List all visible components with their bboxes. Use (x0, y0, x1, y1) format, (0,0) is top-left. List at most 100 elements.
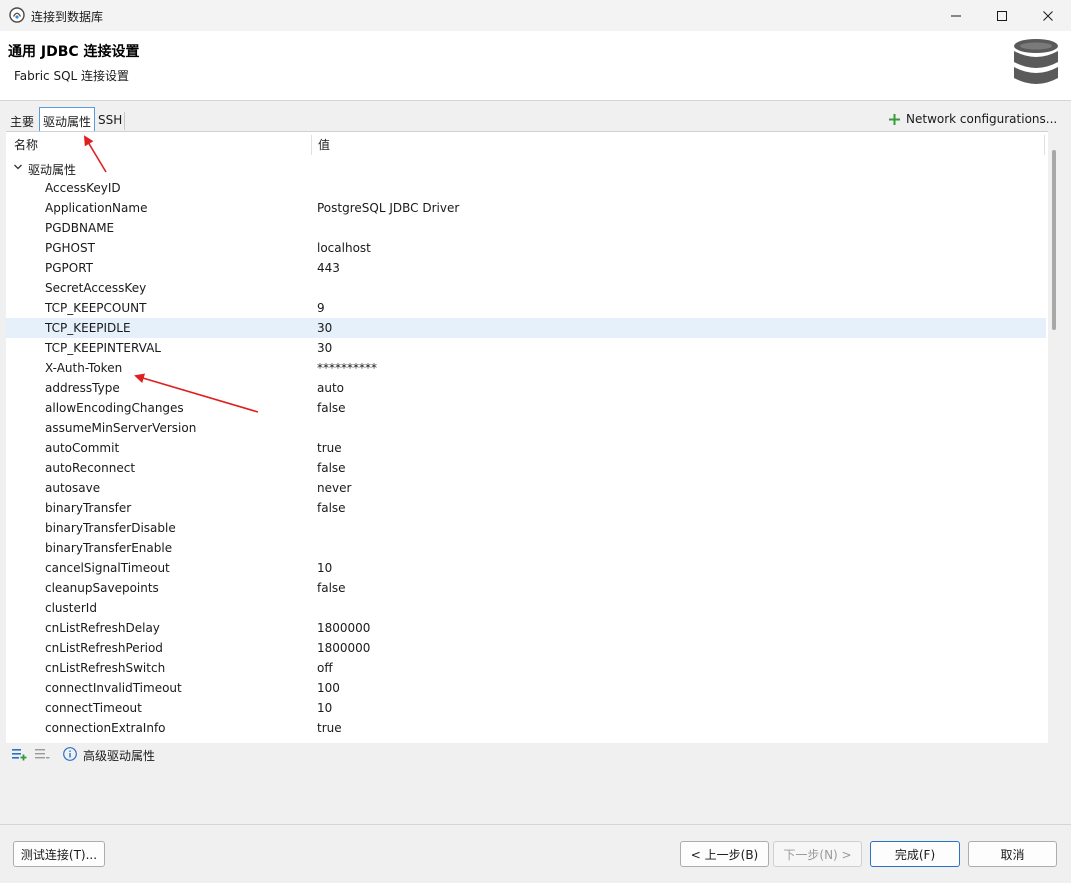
table-row[interactable]: clusterId (6, 598, 1046, 618)
table-row[interactable]: TCP_KEEPINTERVAL 30 (6, 338, 1046, 358)
scrollbar-thumb[interactable] (1052, 150, 1056, 330)
tab-driver-properties[interactable]: 驱动属性 (39, 107, 96, 132)
property-value[interactable]: PostgreSQL JDBC Driver (317, 201, 459, 215)
remove-property-icon[interactable] (34, 746, 50, 762)
tab-ssh[interactable]: SSH (94, 110, 126, 132)
property-value[interactable]: 443 (317, 261, 340, 275)
table-row[interactable]: connectTimeout 10 (6, 698, 1046, 718)
property-value[interactable]: false (317, 461, 346, 475)
plus-icon (889, 113, 900, 125)
table-row[interactable]: binaryTransferEnable (6, 538, 1046, 558)
finish-button[interactable]: 完成(F) (870, 841, 960, 867)
property-name: assumeMinServerVersion (45, 421, 197, 435)
property-value[interactable]: false (317, 401, 346, 415)
property-name: X-Auth-Token (45, 361, 123, 375)
table-row[interactable]: PGDBNAME (6, 218, 1046, 238)
property-name: addressType (45, 381, 120, 395)
table-row[interactable]: autoReconnect false (6, 458, 1046, 478)
property-value[interactable]: auto (317, 381, 344, 395)
table-row[interactable]: TCP_KEEPCOUNT 9 (6, 298, 1046, 318)
property-name: autosave (45, 481, 101, 495)
page-subtitle: Fabric SQL 连接设置 (14, 69, 130, 83)
property-value[interactable]: 30 (317, 341, 332, 355)
property-name: cnListRefreshSwitch (45, 661, 166, 675)
property-value[interactable]: 10 (317, 561, 332, 575)
dbeaver-app-icon (9, 7, 25, 23)
property-name: PGPORT (45, 261, 94, 275)
property-name: cnListRefreshPeriod (45, 641, 163, 655)
table-row[interactable]: cancelSignalTimeout 10 (6, 558, 1046, 578)
tab-divider (124, 112, 125, 130)
table-row[interactable]: SecretAccessKey (6, 278, 1046, 298)
property-name: autoReconnect (45, 461, 136, 475)
table-row[interactable]: connectInvalidTimeout 100 (6, 678, 1046, 698)
cancel-button[interactable]: 取消 (968, 841, 1057, 867)
property-value[interactable]: localhost (317, 241, 371, 255)
table-row[interactable]: X-Auth-Token ********** (6, 358, 1046, 378)
database-icon (1014, 39, 1058, 84)
property-rows: AccessKeyID ApplicationName PostgreSQL JDB… (6, 178, 1046, 738)
property-value[interactable]: true (317, 441, 342, 455)
property-value[interactable]: 9 (317, 301, 325, 315)
previous-button[interactable]: < 上一步(B) (680, 841, 769, 867)
table-row[interactable]: ApplicationName PostgreSQL JDBC Driver (6, 198, 1046, 218)
table-row[interactable]: binaryTransfer false (6, 498, 1046, 518)
table-row[interactable]: TCP_KEEPIDLE 30 (6, 318, 1046, 338)
tab-main[interactable]: 主要 (6, 110, 38, 132)
advanced-driver-properties-link[interactable]: 高级驱动属性 (83, 747, 155, 764)
property-value[interactable]: 100 (317, 681, 340, 695)
column-divider (1044, 135, 1045, 155)
property-name: clusterId (45, 601, 97, 615)
property-value[interactable]: ********** (317, 361, 377, 375)
test-connection-button[interactable]: 测试连接(T)... (13, 841, 105, 867)
table-row[interactable]: cnListRefreshSwitch off (6, 658, 1046, 678)
table-row[interactable]: cleanupSavepoints false (6, 578, 1046, 598)
property-value[interactable]: false (317, 581, 346, 595)
column-header-name[interactable]: 名称 (14, 132, 38, 158)
table-row[interactable]: AccessKeyID (6, 178, 1046, 198)
window-title: 连接到数据库 (31, 10, 104, 24)
property-value[interactable]: 1800000 (317, 641, 370, 655)
column-divider[interactable] (311, 135, 312, 155)
property-name: autoCommit (45, 441, 120, 455)
table-row[interactable]: allowEncodingChanges false (6, 398, 1046, 418)
table-row[interactable]: PGHOST localhost (6, 238, 1046, 258)
column-header-value[interactable]: 值 (318, 132, 330, 158)
property-value[interactable]: never (317, 481, 351, 495)
property-name: AccessKeyID (45, 181, 121, 195)
table-row[interactable]: connectionExtraInfo true (6, 718, 1046, 738)
property-group-label: 驱动属性 (28, 163, 77, 177)
table-row[interactable]: binaryTransferDisable (6, 518, 1046, 538)
property-value[interactable]: false (317, 501, 346, 515)
property-name: ApplicationName (45, 201, 148, 215)
properties-toolbar: 高级驱动属性 (0, 743, 1071, 765)
footer-divider (0, 824, 1071, 825)
table-row[interactable]: addressType auto (6, 378, 1046, 398)
minimize-button[interactable] (933, 0, 979, 31)
property-value[interactable]: off (317, 661, 333, 675)
chevron-down-icon[interactable] (13, 162, 23, 172)
close-button[interactable] (1025, 0, 1071, 31)
table-row[interactable]: cnListRefreshPeriod 1800000 (6, 638, 1046, 658)
property-value[interactable]: 1800000 (317, 621, 370, 635)
table-row[interactable]: cnListRefreshDelay 1800000 (6, 618, 1046, 638)
property-value[interactable]: 10 (317, 701, 332, 715)
driver-properties-table: 名称 值 驱动属性 AccessKeyID ApplicationName Post… (6, 131, 1048, 743)
maximize-button[interactable] (979, 0, 1025, 31)
table-row[interactable]: assumeMinServerVersion (6, 418, 1046, 438)
table-row[interactable]: autosave never (6, 478, 1046, 498)
property-name: SecretAccessKey (45, 281, 147, 295)
title-bar: 连接到数据库 (0, 0, 1071, 31)
property-value[interactable]: true (317, 721, 342, 735)
next-button[interactable]: 下一步(N) > (773, 841, 862, 867)
table-row[interactable]: autoCommit true (6, 438, 1046, 458)
vertical-scrollbar[interactable] (1050, 150, 1059, 740)
property-name: connectInvalidTimeout (45, 681, 182, 695)
property-name: connectTimeout (45, 701, 142, 715)
table-row[interactable]: PGPORT 443 (6, 258, 1046, 278)
page-title: 通用 JDBC 连接设置 (8, 44, 140, 60)
network-configurations-link[interactable]: Network configurations... (888, 112, 1057, 126)
add-property-icon[interactable] (11, 746, 27, 762)
property-value[interactable]: 30 (317, 321, 332, 335)
property-group-row[interactable]: 驱动属性 (6, 158, 1046, 178)
